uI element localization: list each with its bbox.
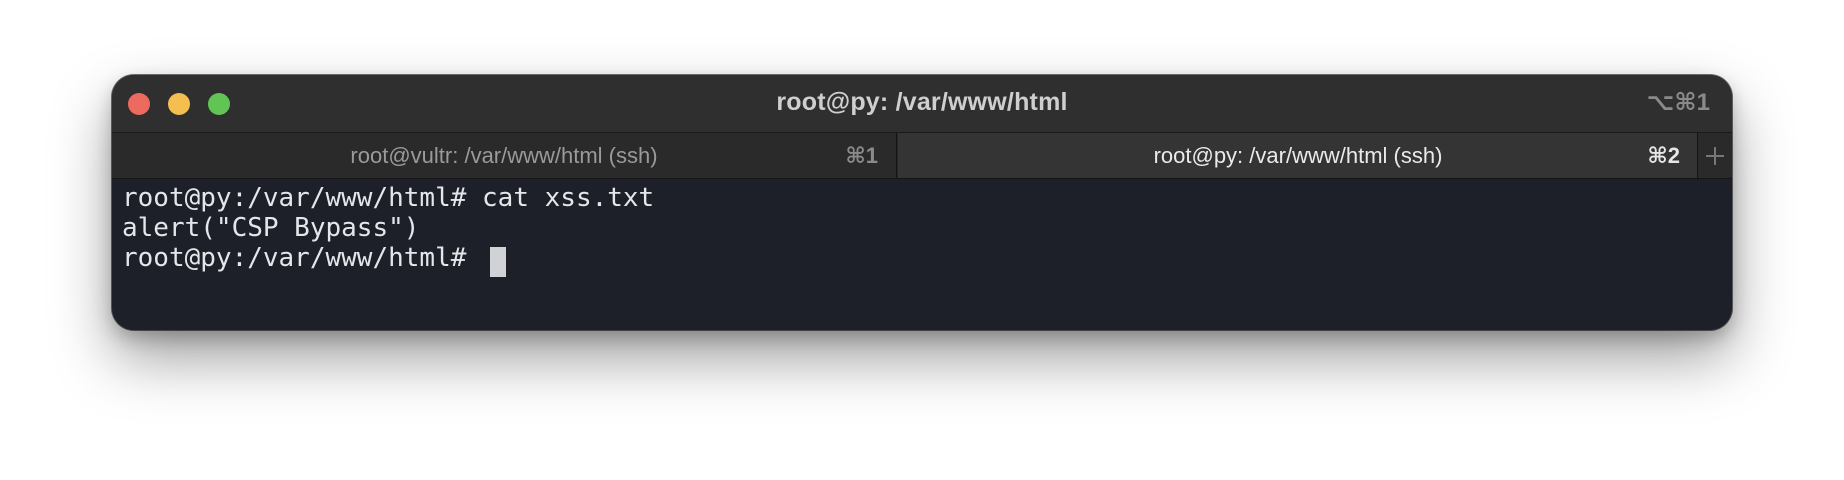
tab-label: root@vultr: /var/www/html (ssh) bbox=[350, 143, 658, 168]
terminal-line: root@py:/var/www/html# cat xss.txt bbox=[122, 183, 655, 213]
terminal-prompt: root@py:/var/www/html# bbox=[122, 243, 483, 273]
tab-py[interactable]: root@py: /var/www/html (ssh) ⌘2 bbox=[898, 133, 1698, 178]
window-shortcut: ⌥⌘1 bbox=[1646, 89, 1710, 116]
tab-label: root@py: /var/www/html (ssh) bbox=[1153, 143, 1443, 168]
title-bar[interactable]: root@py: /var/www/html ⌥⌘1 bbox=[112, 75, 1732, 133]
text-cursor bbox=[490, 247, 506, 277]
terminal-line: alert("CSP Bypass") bbox=[122, 213, 420, 243]
terminal-output[interactable]: root@py:/var/www/html# cat xss.txt alert… bbox=[112, 179, 1732, 330]
tab-vultr[interactable]: root@vultr: /var/www/html (ssh) ⌘1 bbox=[112, 133, 897, 178]
tab-shortcut: ⌘2 bbox=[1647, 143, 1680, 168]
new-tab-button[interactable] bbox=[1697, 133, 1732, 178]
tab-bar: root@vultr: /var/www/html (ssh) ⌘1 root@… bbox=[112, 133, 1732, 179]
tab-shortcut: ⌘1 bbox=[845, 143, 878, 168]
terminal-window: root@py: /var/www/html ⌥⌘1 root@vultr: /… bbox=[112, 75, 1732, 330]
window-title: root@py: /var/www/html bbox=[776, 88, 1068, 116]
